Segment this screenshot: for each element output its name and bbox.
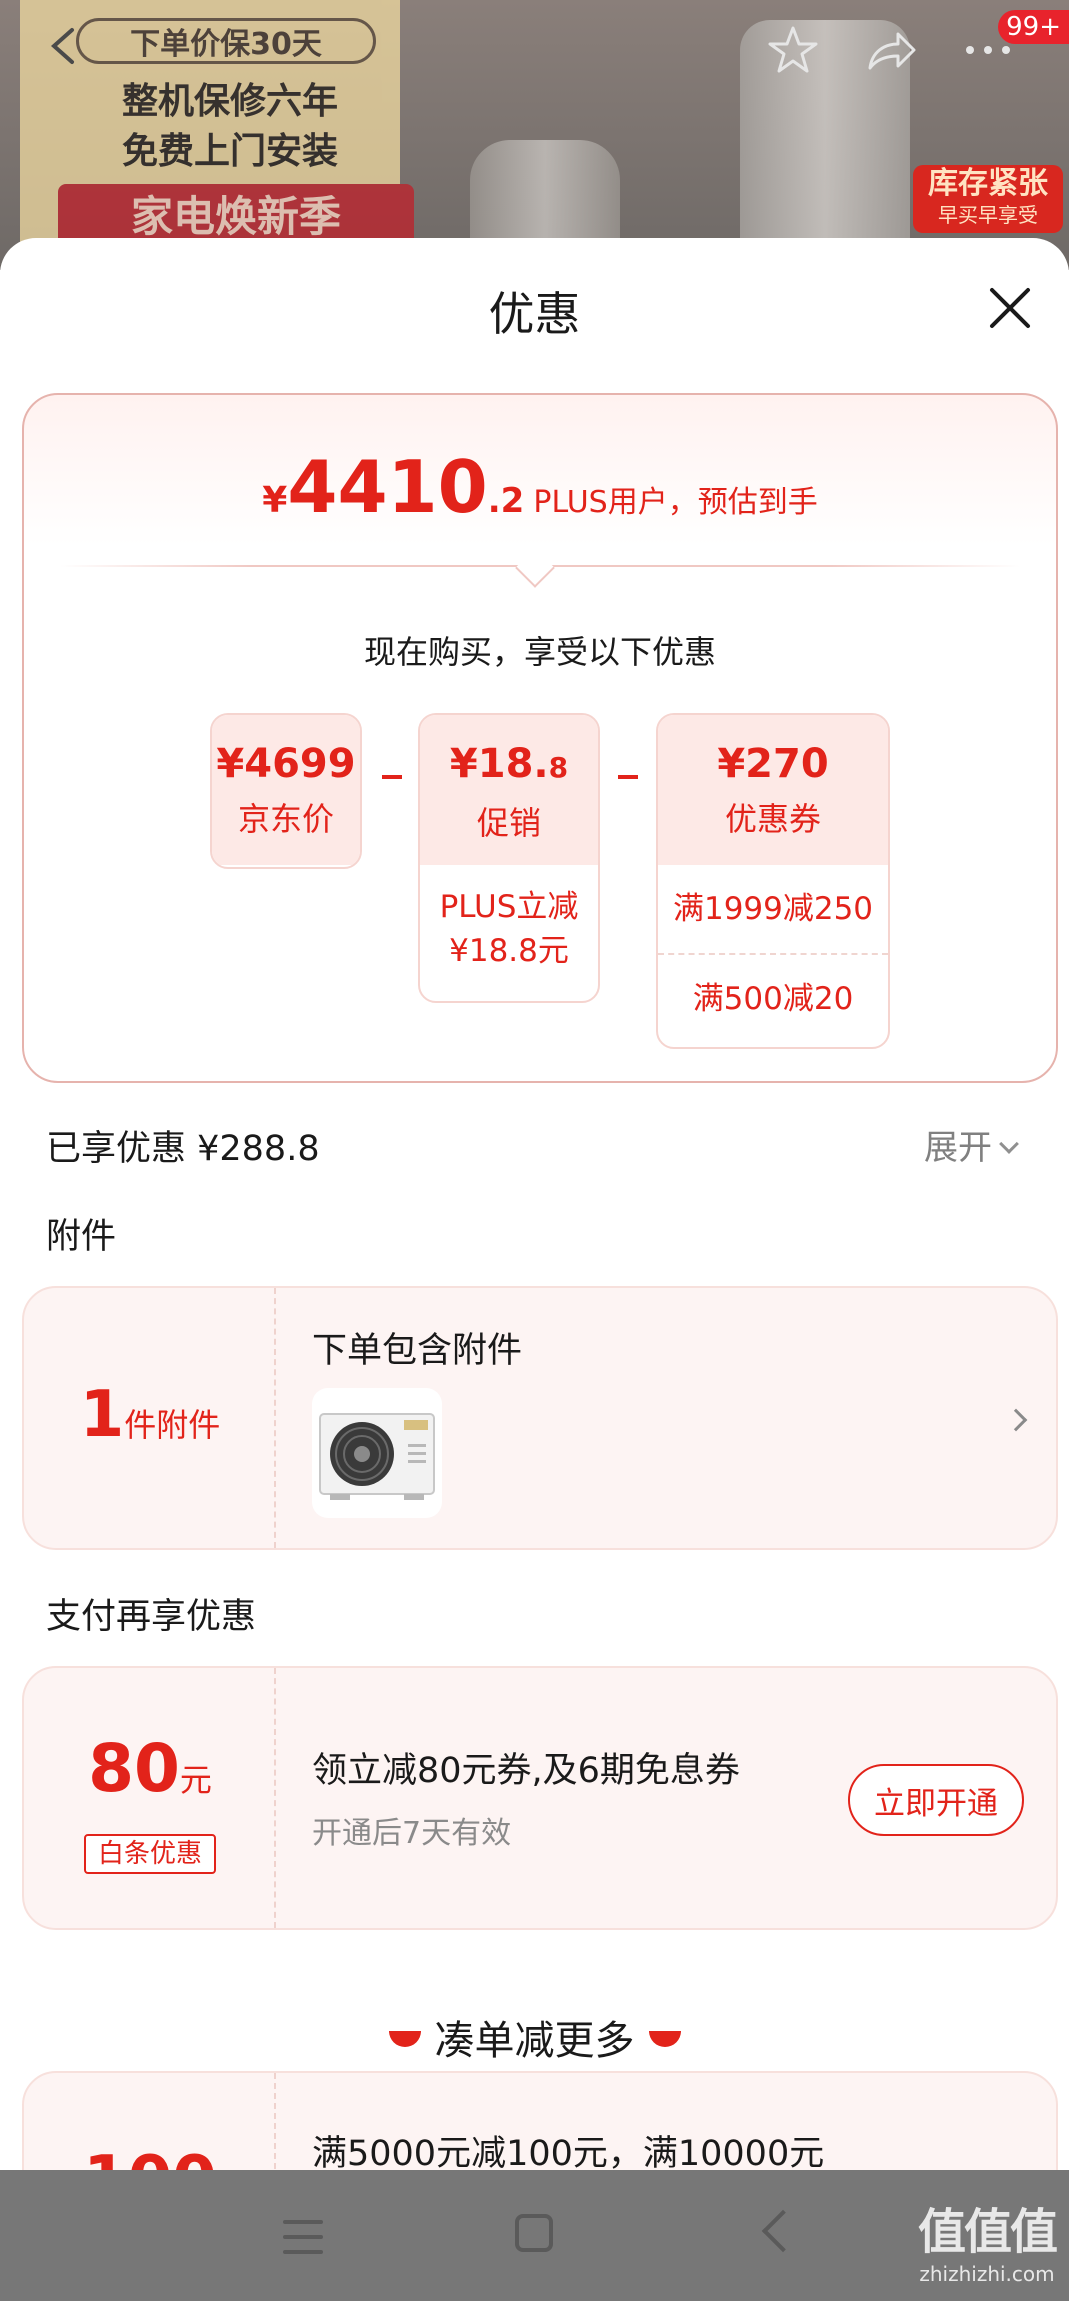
divider-notch xyxy=(515,548,555,588)
payment-offer-title: 领立减80元券,及6期免息券 xyxy=(312,1751,740,1791)
back-nav-icon[interactable] xyxy=(761,2209,805,2253)
message-count-badge: 99+ xyxy=(998,10,1069,44)
payment-amount-unit: 元 xyxy=(179,1761,212,1799)
share-icon[interactable] xyxy=(862,22,918,78)
chevron-down-icon xyxy=(999,1134,1019,1154)
back-icon[interactable] xyxy=(46,26,80,66)
promotion-value-small: 8 xyxy=(548,751,569,784)
accessories-title: 下单包含附件 xyxy=(312,1331,523,1371)
more-discount-title: 凑单减更多 xyxy=(0,2008,1069,2066)
payment-offer-card: 80元 白条优惠 领立减80元券,及6期免息券 开通后7天有效 立即开通 xyxy=(22,1666,1058,1930)
activate-button[interactable]: 立即开通 xyxy=(848,1764,1024,1836)
watermark-url: zhizhizhi.com xyxy=(919,2262,1055,2286)
stock-warning-title: 库存紧张 xyxy=(928,166,1048,201)
plus-discount-line1: PLUS立减 xyxy=(439,889,579,925)
promotion-label: 促销 xyxy=(476,804,541,842)
payment-amount: 80元 xyxy=(24,1730,276,1807)
price-summary-card: ¥4410.2 PLUS用户，预估到手 现在购买，享受以下优惠 ¥4699 京东… xyxy=(22,393,1058,1083)
minus-sign xyxy=(618,775,638,779)
home-icon[interactable] xyxy=(515,2214,553,2252)
accessories-count: 1件附件 xyxy=(24,1378,276,1452)
accessories-card[interactable]: 1件附件 下单包含附件 xyxy=(22,1286,1058,1550)
coupon-item: 满500减20 xyxy=(692,981,854,1017)
sheet-title: 优惠 xyxy=(488,287,581,341)
discount-bottom-sheet: 优惠 ¥4410.2 PLUS用户，预估到手 现在购买，享受以下优惠 ¥4699… xyxy=(0,238,1069,2301)
promotion-value: ¥18.8 xyxy=(420,715,598,793)
menu-icon[interactable] xyxy=(283,2220,323,2254)
coupon-box[interactable]: ¥270 优惠券 满1999减250 满500减20 xyxy=(656,713,890,1049)
favorite-star-icon[interactable] xyxy=(765,22,821,78)
stock-warning-subtitle: 早买早享受 xyxy=(938,203,1038,227)
baitiao-tag: 白条优惠 xyxy=(84,1834,216,1874)
jd-price-value: ¥4699 xyxy=(216,741,356,787)
estimated-price: ¥4410.2 PLUS用户，预估到手 xyxy=(24,445,1056,529)
jd-price-head: ¥4699 京东价 xyxy=(212,715,360,865)
stock-warning-tag: 库存紧张 早买早享受 xyxy=(913,165,1063,233)
payment-amount-panel: 80元 白条优惠 xyxy=(24,1668,276,1928)
product-header-background: 下单价保30天 整机保修六年 免费上门安装 家电焕新季 99+ 库存紧张 早买早… xyxy=(0,0,1069,270)
currency-symbol: ¥ xyxy=(262,480,288,521)
smile-right-icon xyxy=(648,2031,681,2047)
coupon-head: ¥270 优惠券 xyxy=(658,715,888,865)
chevron-right-icon xyxy=(1004,1408,1028,1432)
system-navigation-bar: 值值值 zhizhizhi.com xyxy=(0,2170,1069,2301)
payment-offer-subtitle: 开通后7天有效 xyxy=(312,1816,512,1851)
accessories-count-number: 1 xyxy=(79,1378,125,1452)
minus-sign xyxy=(382,775,402,779)
installation-text: 免费上门安装 xyxy=(121,131,338,172)
watermark-logo: 值值值 zhizhizhi.com xyxy=(912,2192,1062,2286)
price-guarantee-badge: 下单价保30天 xyxy=(76,18,376,64)
expand-toggle[interactable]: 展开 xyxy=(924,1120,1019,1169)
price-decimal: .2 xyxy=(487,481,525,521)
coupon-item: 满1999减250 xyxy=(658,865,888,955)
accessories-count-panel: 1件附件 xyxy=(24,1288,276,1548)
benefit-title: 现在购买，享受以下优惠 xyxy=(363,633,716,671)
warranty-text: 整机保修六年 xyxy=(121,81,338,122)
coupon-label: 优惠券 xyxy=(724,800,821,838)
payment-section-title: 支付再享优惠 xyxy=(46,1597,257,1637)
smile-left-icon xyxy=(388,2031,421,2047)
close-icon[interactable] xyxy=(986,284,1034,332)
price-integer: 4410 xyxy=(287,445,488,529)
plus-discount-line2: ¥18.8元 xyxy=(449,933,569,969)
jd-price-box: ¥4699 京东价 xyxy=(210,713,362,869)
promotion-box[interactable]: ¥18.8 促销 PLUS立减 ¥18.8元 xyxy=(418,713,600,1003)
payment-amount-number: 80 xyxy=(88,1730,180,1807)
more-discount-label: 凑单减更多 xyxy=(434,2018,635,2064)
outdoor-unit-image xyxy=(319,1413,435,1500)
promotion-head: ¥18.8 促销 xyxy=(420,715,598,865)
accessories-section-title: 附件 xyxy=(46,1217,117,1257)
plus-discount-detail: PLUS立减 ¥18.8元 xyxy=(420,865,598,973)
jd-price-label: 京东价 xyxy=(237,800,334,838)
bundle-offer-text: 满5000元减100元，满10000元 xyxy=(312,2134,825,2174)
promotion-value-main: ¥18. xyxy=(449,741,549,787)
coupon-value: ¥270 xyxy=(717,741,829,787)
accessories-count-unit: 件附件 xyxy=(124,1406,221,1444)
price-label: PLUS用户，预估到手 xyxy=(533,485,818,520)
watermark-title: 值值值 xyxy=(917,2204,1058,2260)
outdoor-unit-thumbnail xyxy=(312,1388,442,1518)
enjoyed-discount-total: 已享优惠 ¥288.8 xyxy=(46,1129,320,1169)
expand-label: 展开 xyxy=(924,1128,992,1168)
